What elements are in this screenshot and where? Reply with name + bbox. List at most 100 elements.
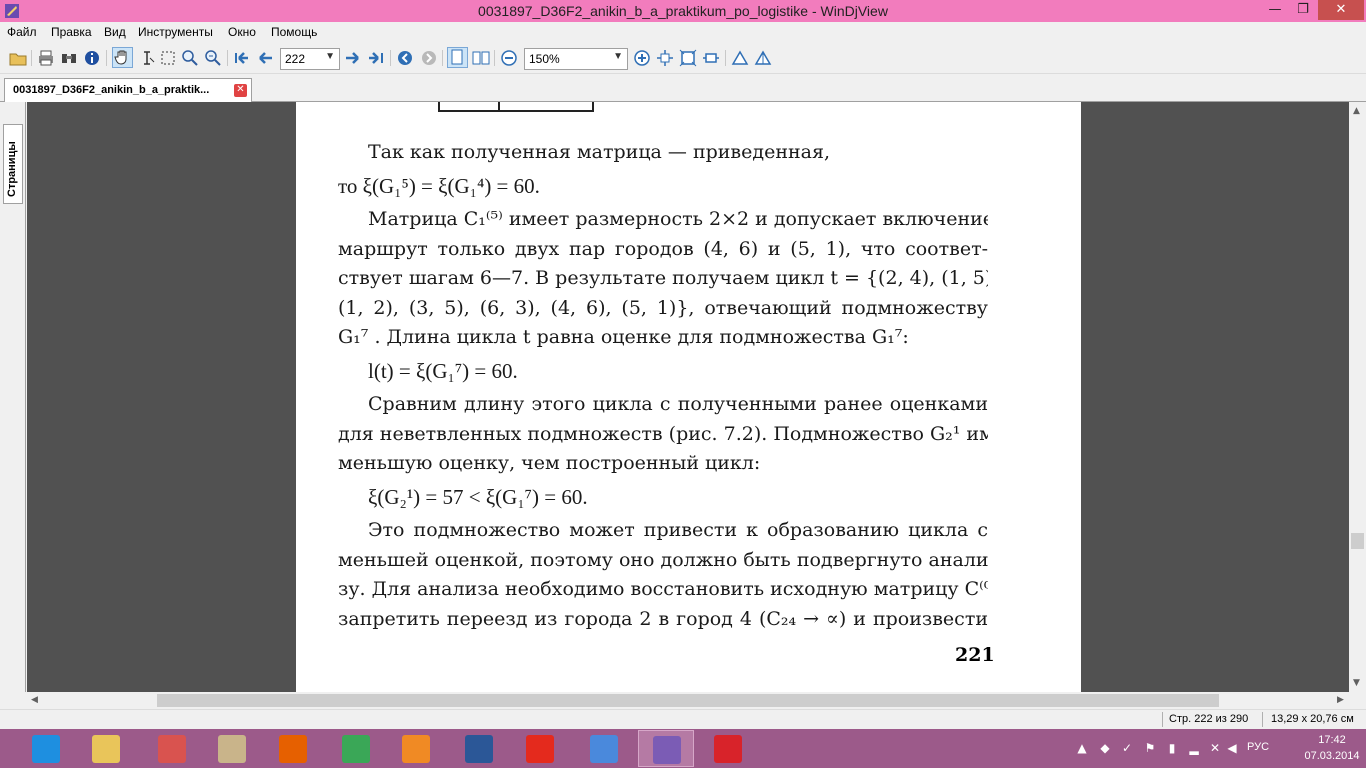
horizontal-scroll-thumb[interactable] <box>157 694 1219 707</box>
chevron-down-icon[interactable]: ▼ <box>613 51 623 62</box>
text-line: Сравним длину этого цикла с полученными … <box>368 393 988 415</box>
speaker-app-icon <box>590 735 618 763</box>
print-icon[interactable] <box>37 49 55 67</box>
menu-help[interactable]: Помощь <box>271 25 317 39</box>
document-tab[interactable]: 0031897_D36F2_anikin_b_a_praktik... ✕ <box>4 78 252 102</box>
menu-tools[interactable]: Инструменты <box>138 25 213 39</box>
table-fragment <box>438 102 594 112</box>
document-view[interactable]: Так как полученная матрица — приведенная… <box>27 102 1349 692</box>
zoom-in-icon[interactable] <box>633 49 651 67</box>
language-indicator[interactable]: РУС <box>1247 741 1269 753</box>
taskbar-button-picasa[interactable] <box>144 730 200 767</box>
text-line: зу. Для анализа необходимо восстановить … <box>338 578 988 600</box>
single-page-icon[interactable] <box>447 47 468 68</box>
text-line: меньшую оценку, чем построенный цикл: <box>338 452 761 474</box>
minimize-button[interactable]: — <box>1262 0 1288 20</box>
mute-icon[interactable]: ✕ <box>1208 741 1222 755</box>
page-text: Так как полученная матрица — приведенная… <box>338 138 988 634</box>
actual-size-icon[interactable] <box>702 49 720 67</box>
next-page-icon[interactable] <box>344 49 362 67</box>
scroll-up-icon[interactable]: ▲ <box>1353 106 1360 116</box>
taskbar-button-speaker-app[interactable] <box>576 730 632 767</box>
text-line: запретить переезд из города 2 в город 4 … <box>338 607 988 630</box>
chrome-icon <box>342 735 370 763</box>
taskbar-button-file-explorer[interactable] <box>78 730 134 767</box>
checkmark-icon[interactable]: ✓ <box>1120 741 1134 755</box>
zoom-in-tool-icon[interactable] <box>181 49 199 67</box>
forward-icon[interactable] <box>420 49 438 67</box>
last-page-icon[interactable] <box>367 49 385 67</box>
text-line: маршрут только двух пар городов (4, 6) и… <box>338 237 988 260</box>
fit-width-icon[interactable] <box>679 49 697 67</box>
taskbar-button-word[interactable] <box>451 730 507 767</box>
close-button[interactable]: ✕ <box>1318 0 1364 20</box>
tab-close-icon[interactable]: ✕ <box>234 84 247 97</box>
open-folder-icon[interactable] <box>9 49 27 67</box>
taskbar-button-windjview[interactable] <box>638 730 694 767</box>
first-page-icon[interactable] <box>233 49 251 67</box>
text-select-icon[interactable] <box>138 49 156 67</box>
menu-view[interactable]: Вид <box>104 25 126 39</box>
battery-icon[interactable]: ▮ <box>1165 741 1179 755</box>
word-icon <box>465 735 493 763</box>
taskbar-button-yandex[interactable] <box>512 730 568 767</box>
pages-panel-tab[interactable]: Страницы <box>3 124 23 204</box>
restore-icon: ❐ <box>1297 2 1309 17</box>
clock-time[interactable]: 17:42 <box>1302 734 1362 746</box>
yandex-icon <box>526 735 554 763</box>
minimize-icon: — <box>1268 2 1282 17</box>
chevron-down-icon[interactable]: ▼ <box>325 51 335 62</box>
fit-page-icon[interactable] <box>656 49 674 67</box>
find-icon[interactable] <box>60 49 78 67</box>
menu-edit[interactable]: Правка <box>51 25 92 39</box>
taskbar-button-firefox[interactable] <box>265 730 321 767</box>
menu-file[interactable]: Файл <box>7 25 37 39</box>
menu-window[interactable]: Окно <box>228 25 256 39</box>
flag-icon[interactable]: ⚑ <box>1143 741 1157 755</box>
text-line: меньшей оценкой, поэтому оно должно быть… <box>338 548 988 571</box>
text-line: Матрица C₁⁽⁵⁾ имеет размерность 2×2 и до… <box>368 208 988 230</box>
text-line: (1, 2), (3, 5), (6, 3), (4, 6), (5, 1)},… <box>338 296 988 319</box>
info-icon[interactable] <box>83 49 101 67</box>
zoom-rect-icon[interactable] <box>204 49 222 67</box>
status-page-info: Стр. 222 из 290 <box>1169 713 1249 725</box>
taskbar-button-paint-tool[interactable] <box>204 730 260 767</box>
system-tray: ▲ ◆ ✓ ⚑ ▮ ▂ ✕ ◀ РУС 17:42 07.03.2014 <box>1070 729 1366 768</box>
rect-select-icon[interactable] <box>159 49 177 67</box>
restore-button[interactable]: ❐ <box>1290 0 1316 20</box>
scroll-right-icon[interactable]: ▶ <box>1337 695 1344 705</box>
taskbar-button-internet-explorer[interactable] <box>18 730 74 767</box>
side-panel: Страницы <box>0 102 26 692</box>
windjview-icon <box>653 736 681 764</box>
vertical-scroll-thumb[interactable] <box>1351 533 1364 549</box>
rotate-right-icon[interactable] <box>754 49 772 67</box>
network-signal-icon[interactable]: ▂ <box>1187 741 1201 755</box>
close-icon: ✕ <box>1335 2 1347 17</box>
volume-icon[interactable]: ◀ <box>1225 741 1239 755</box>
antivirus-icon[interactable]: ◆ <box>1098 741 1112 755</box>
toolbar: 222 ▼ 150% ▼ <box>0 43 1366 74</box>
vertical-scrollbar[interactable]: ▲ ▼ <box>1349 102 1366 692</box>
scroll-down-icon[interactable]: ▼ <box>1353 678 1360 688</box>
zoom-out-icon[interactable] <box>500 49 518 67</box>
prev-page-icon[interactable] <box>256 49 274 67</box>
taskbar-button-red-c-app[interactable] <box>700 730 756 767</box>
two-page-icon[interactable] <box>472 49 490 67</box>
rotate-left-icon[interactable] <box>731 49 749 67</box>
text-line: Так как полученная матрица — приведенная… <box>368 141 830 163</box>
hand-tool-icon[interactable] <box>112 47 133 68</box>
show-hidden-icons-icon[interactable]: ▲ <box>1075 741 1089 755</box>
taskbar-button-media-player[interactable] <box>388 730 444 767</box>
page-number-input[interactable]: 222 ▼ <box>280 48 340 70</box>
document-tab-strip: 0031897_D36F2_anikin_b_a_praktik... ✕ <box>0 74 1366 102</box>
page-number-value: 222 <box>285 52 306 66</box>
scroll-left-icon[interactable]: ◀ <box>31 695 38 705</box>
back-icon[interactable] <box>396 49 414 67</box>
status-page-size: 13,29 x 20,76 см <box>1271 713 1354 725</box>
horizontal-scrollbar[interactable]: ◀ ▶ <box>27 692 1349 709</box>
clock-date[interactable]: 07.03.2014 <box>1302 750 1362 762</box>
paint-tool-icon <box>218 735 246 763</box>
red-c-app-icon <box>714 735 742 763</box>
zoom-select[interactable]: 150% ▼ <box>524 48 628 70</box>
taskbar-button-chrome[interactable] <box>328 730 384 767</box>
